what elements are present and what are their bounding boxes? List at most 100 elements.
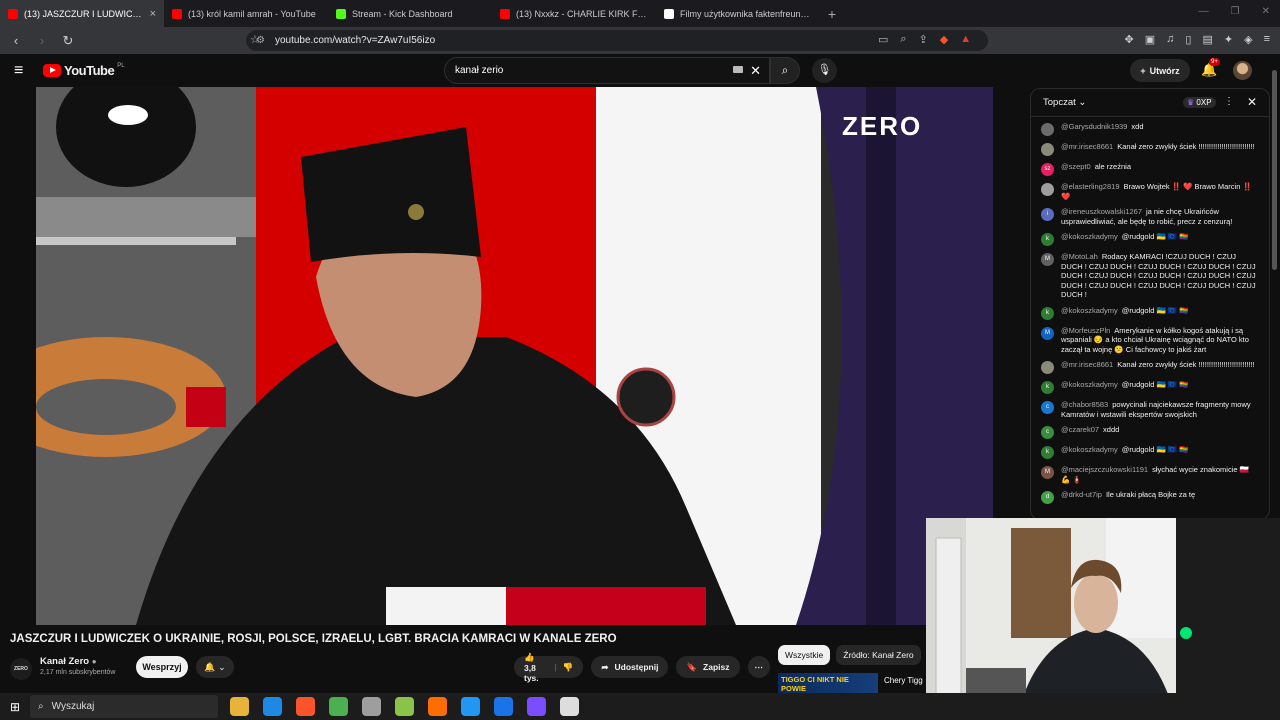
dislike-button[interactable]: 👎 <box>563 662 574 673</box>
chat-avatar[interactable]: d <box>1041 491 1054 504</box>
subscription-bell-button[interactable]: 🔔 ⌄ <box>196 656 234 678</box>
menu-icon[interactable]: ≡ <box>1264 33 1270 46</box>
share-button[interactable]: ➦ Udostępnij <box>591 656 669 678</box>
chat-mode-dropdown[interactable]: Topczat ⌄ <box>1043 97 1086 108</box>
minimize-icon[interactable]: — <box>1199 6 1209 17</box>
chat-avatar[interactable]: c <box>1041 401 1054 414</box>
xp-badge[interactable]: ♛ 0XP <box>1183 97 1216 108</box>
browser-tab[interactable]: Stream - Kick Dashboard <box>328 0 492 27</box>
like-button[interactable]: 👍 3,8 tys. <box>524 652 548 683</box>
close-tab-icon[interactable]: × <box>150 8 156 20</box>
screenshot-icon[interactable]: ▣ <box>1145 33 1155 46</box>
keyboard-icon[interactable] <box>733 66 743 73</box>
account-avatar[interactable] <box>1233 61 1252 80</box>
reload-icon[interactable]: ↻ <box>58 33 78 49</box>
windows-start-icon[interactable]: ⊞ <box>0 700 30 714</box>
taskbar-search[interactable]: ⌕ Wyszukaj <box>30 695 218 718</box>
recommended-video[interactable]: TIGGO CI NIKT NIE POWIE Chery Tigg <box>778 673 928 693</box>
address-bar[interactable]: ⚙ youtube.com/watch?v=ZAw7uI56izo <box>246 30 988 51</box>
chat-author[interactable]: @MorfeuszPln <box>1061 326 1110 335</box>
chat-author[interactable]: @elasterling2819 <box>1061 182 1119 191</box>
chat-messages[interactable]: @Garysdudnik1939 xdd @mr.irisec8661 Kanał z… <box>1031 117 1269 507</box>
chat-author[interactable]: @kokoszkadymy <box>1061 445 1118 454</box>
chat-avatar[interactable] <box>1041 143 1054 156</box>
support-button[interactable]: Wesprzyj <box>136 656 188 678</box>
ai-icon[interactable]: ✦ <box>1224 33 1233 46</box>
taskbar-app-icon[interactable] <box>395 697 414 716</box>
close-window-icon[interactable]: ✕ <box>1262 6 1270 17</box>
new-tab-button[interactable]: + <box>820 6 844 22</box>
taskbar-app-icon[interactable] <box>461 697 480 716</box>
maximize-icon[interactable]: ❐ <box>1231 6 1240 17</box>
wallet-icon[interactable]: ▤ <box>1202 33 1212 46</box>
chat-avatar[interactable]: c <box>1041 426 1054 439</box>
hamburger-menu-icon[interactable]: ≡ <box>14 62 23 80</box>
video-player[interactable]: ZERO <box>36 87 993 625</box>
back-icon[interactable]: ‹ <box>6 33 26 48</box>
chat-avatar[interactable]: k <box>1041 306 1054 320</box>
taskbar-app-icon[interactable] <box>230 697 249 716</box>
chat-author[interactable]: @mr.irisec8661 <box>1061 142 1113 151</box>
page-scrollbar[interactable] <box>1272 70 1277 270</box>
chat-avatar[interactable]: M <box>1041 253 1054 266</box>
chat-avatar[interactable]: sz <box>1041 163 1054 176</box>
chat-options-icon[interactable]: ⋮ <box>1224 96 1234 107</box>
chat-author[interactable]: @maciejszczukowski1191 <box>1061 465 1148 474</box>
create-button[interactable]: + Utwórz <box>1130 59 1190 82</box>
chip-source-channel[interactable]: Źródło: Kanał Zero <box>836 645 921 665</box>
more-actions-button[interactable]: ⋯ <box>747 656 770 678</box>
chat-author[interactable]: @ireneuszkowalski1267 <box>1061 207 1142 216</box>
youtube-logo[interactable]: YouTube PL <box>43 63 125 78</box>
chat-author[interactable]: @szept0 <box>1061 162 1091 171</box>
bookmark-icon[interactable]: ☆ <box>250 33 260 46</box>
chat-author[interactable]: @drkd-ut7ip <box>1061 490 1102 499</box>
chat-avatar[interactable] <box>1041 183 1054 196</box>
chat-author[interactable]: @kokoszkadymy <box>1061 232 1118 241</box>
chip-all[interactable]: Wszystkie <box>778 645 831 665</box>
chat-author[interactable]: @mr.irisec8661 <box>1061 360 1113 369</box>
sidebar-toggle-icon[interactable]: ▯ <box>1185 33 1191 46</box>
clear-search-icon[interactable]: ✕ <box>750 63 761 79</box>
close-chat-icon[interactable]: ✕ <box>1247 95 1257 109</box>
zoom-icon[interactable]: ⌕ <box>900 33 906 46</box>
chat-author[interactable]: @Garysdudnik1939 <box>1061 122 1127 131</box>
chat-avatar[interactable]: i <box>1041 208 1054 221</box>
voice-search-button[interactable]: 🎙 <box>812 58 837 83</box>
browser-tab[interactable]: (13) król kamil amrah - YouTube <box>164 0 328 27</box>
forward-icon[interactable]: › <box>32 33 52 48</box>
taskbar-app-icon[interactable] <box>329 697 348 716</box>
taskbar-app-icon[interactable] <box>527 697 546 716</box>
media-icon[interactable]: ♫ <box>1166 33 1174 46</box>
chat-author[interactable]: @chabor8583 <box>1061 400 1108 409</box>
chat-avatar[interactable]: k <box>1041 381 1054 394</box>
search-button[interactable]: ⌕ <box>770 57 800 84</box>
save-button[interactable]: 🔖 Zapisz <box>676 656 740 678</box>
chat-avatar[interactable]: M <box>1041 466 1054 479</box>
taskbar-app-icon[interactable] <box>362 697 381 716</box>
chat-avatar[interactable] <box>1041 361 1054 374</box>
chat-avatar[interactable]: k <box>1041 446 1054 459</box>
chat-author[interactable]: @czarek07 <box>1061 425 1099 434</box>
brave-shield-icon[interactable]: ◆ <box>940 33 948 46</box>
chat-author[interactable]: @kokoszkadymy <box>1061 380 1118 389</box>
notifications-button[interactable]: 🔔 9+ <box>1201 58 1220 78</box>
chat-avatar[interactable]: M <box>1041 326 1054 340</box>
taskbar-app-icon[interactable] <box>428 697 447 716</box>
brave-rewards-icon[interactable]: ▲ <box>960 33 971 46</box>
chat-author[interactable]: @kokoszkadymy <box>1061 306 1118 315</box>
channel-avatar[interactable]: ZERO <box>10 658 32 680</box>
extensions-icon[interactable]: ✥ <box>1125 33 1134 46</box>
taskbar-app-icon[interactable] <box>296 697 315 716</box>
vpn-icon[interactable]: ◈ <box>1244 33 1252 46</box>
browser-tab[interactable]: Filmy użytkownika faktenfreundlich ( <box>656 0 820 27</box>
channel-name[interactable]: Kanał Zero ● <box>40 656 97 667</box>
cast-icon[interactable]: ▭ <box>878 33 888 46</box>
chat-avatar[interactable]: k <box>1041 233 1054 246</box>
browser-tab[interactable]: (13) Nxxkz - CHARLIE KIRK FUNK (Of <box>492 0 656 27</box>
taskbar-app-icon[interactable] <box>560 697 579 716</box>
taskbar-app-icon[interactable] <box>263 697 282 716</box>
chat-avatar[interactable] <box>1041 123 1054 136</box>
search-input[interactable]: kanał zerio ✕ <box>444 57 770 84</box>
taskbar-app-icon[interactable] <box>494 697 513 716</box>
browser-tab[interactable]: (13) JASZCZUR I LUDWICZEK × <box>0 0 164 27</box>
